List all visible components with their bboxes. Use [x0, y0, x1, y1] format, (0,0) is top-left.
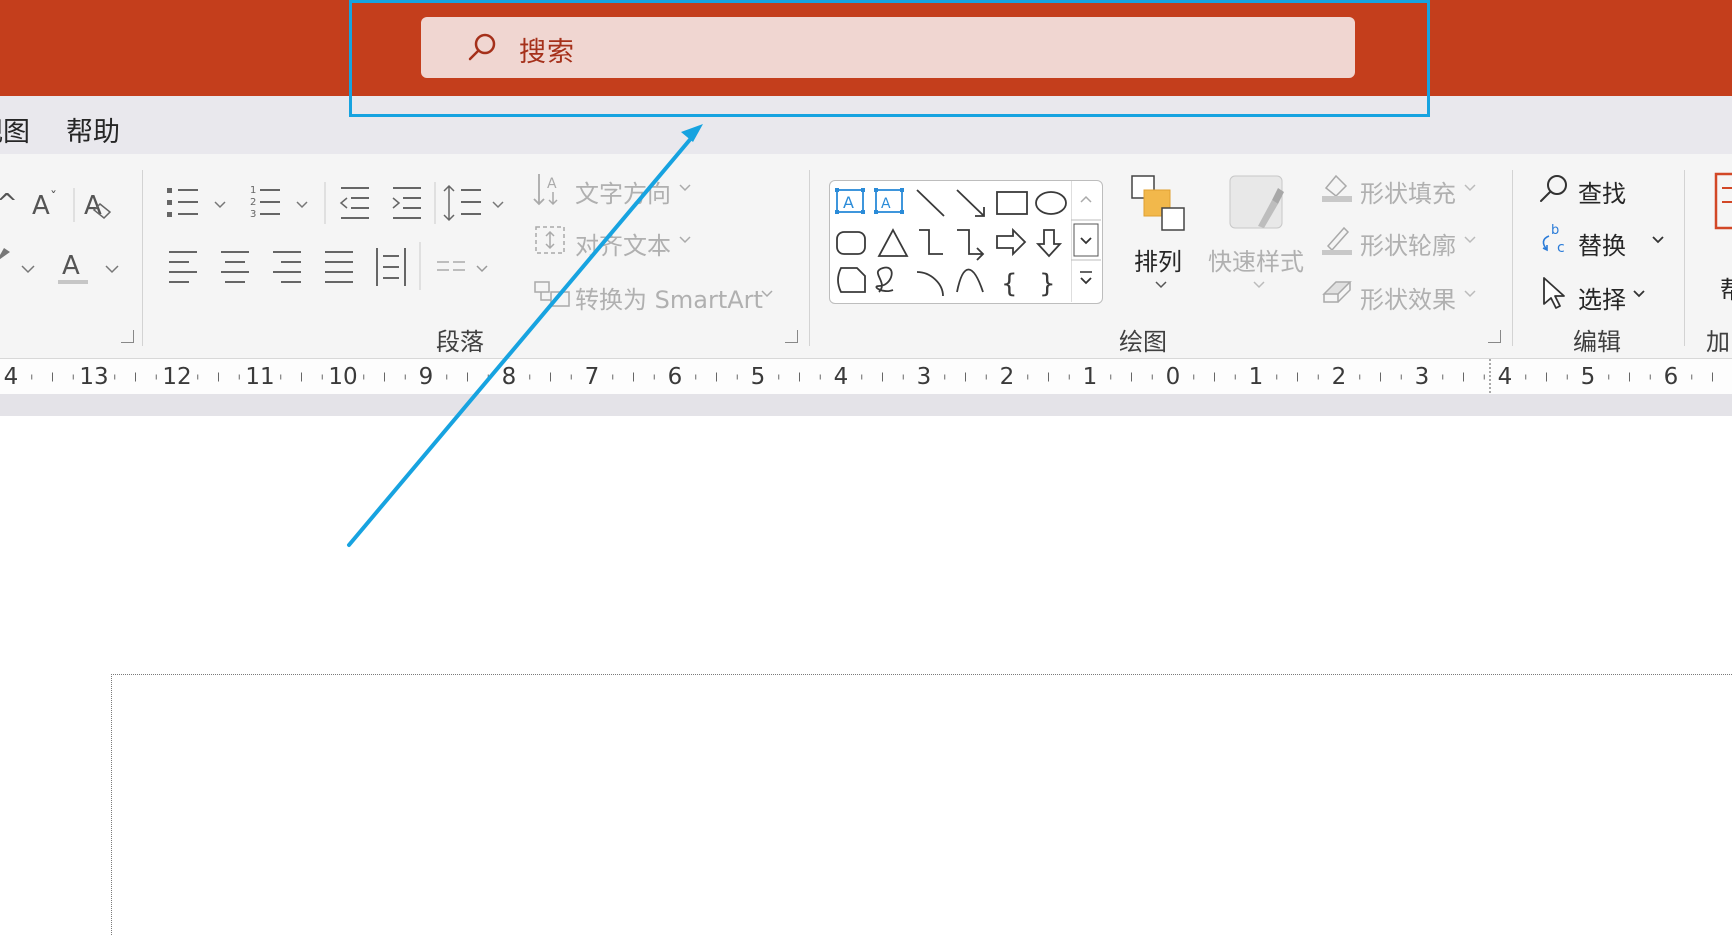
group-separator [809, 170, 810, 346]
svg-text:1: 1 [250, 185, 256, 196]
arrange-button[interactable]: 排列 [1134, 242, 1182, 277]
ruler-label: 3 [916, 364, 932, 390]
svg-text:A: A [547, 176, 557, 192]
title-bar: 搜索 [0, 0, 1732, 96]
tab-view[interactable]: 视图 [0, 110, 30, 149]
svg-text:2: 2 [250, 197, 256, 208]
addin-icon [1714, 172, 1732, 230]
svg-text:A: A [843, 193, 854, 212]
chevron-down-icon [1253, 281, 1265, 289]
chevron-down-icon [1633, 290, 1645, 298]
ribbon-tab-bar: 视图 帮助 [0, 96, 1732, 154]
shape-fill-button[interactable]: 形状填充 [1360, 174, 1456, 209]
ruler-label: 5 [1580, 364, 1596, 390]
ruler-label: 1 [1248, 364, 1264, 390]
text-placeholder[interactable] [111, 674, 1732, 935]
align-text-button[interactable]: 对齐文本 [575, 226, 671, 261]
select-icon [1543, 277, 1565, 309]
ruler-label: 9 [418, 364, 434, 390]
svg-text:A: A [62, 251, 80, 281]
svg-text:ˇ: ˇ [50, 190, 57, 206]
arrange-icon [1131, 175, 1185, 231]
ruler-label: 3 [1414, 364, 1430, 390]
ruler-label: 0 [1165, 364, 1181, 390]
ruler-label: 13 [79, 364, 109, 390]
quick-styles-button[interactable]: 快速样式 [1208, 242, 1304, 277]
svg-text:A: A [84, 191, 102, 221]
ruler-label: 10 [328, 364, 358, 390]
drawing-dialog-launcher[interactable] [1488, 330, 1501, 343]
chevron-down-icon [1652, 236, 1664, 244]
ruler-label: 11 [245, 364, 275, 390]
align-text-icon [535, 226, 565, 254]
svg-text:A: A [881, 196, 891, 212]
shape-effects-icon [1322, 281, 1352, 303]
shape-effects-button[interactable]: 形状效果 [1360, 280, 1456, 315]
replace-icon: b c [1542, 223, 1565, 256]
smartart-icon [534, 281, 570, 307]
ruler-label: 2 [1331, 364, 1347, 390]
shape-fill-icon [1322, 174, 1352, 202]
font-group-icons: ^ A ˇ A A [0, 188, 119, 284]
ruler-label: 6 [1663, 364, 1679, 390]
search-icon [468, 33, 496, 61]
horizontal-ruler[interactable]: 4 13 12 11 10 9 8 7 6 5 4 3 2 1 0 1 2 3 4 5 6 [0, 358, 1732, 395]
group-separator [1512, 170, 1513, 346]
svg-text:}: } [1039, 269, 1056, 299]
text-direction-button[interactable]: 文字方向 [575, 174, 671, 209]
quick-styles-icon [1229, 175, 1284, 229]
replace-button[interactable]: 替换 [1578, 226, 1626, 261]
svg-text:^: ^ [0, 189, 18, 219]
paragraph-dialog-launcher[interactable] [785, 330, 798, 343]
tab-help[interactable]: 帮助 [66, 110, 120, 149]
font-dialog-launcher[interactable] [121, 330, 134, 343]
svg-text:{: { [1001, 269, 1018, 299]
ruler-label: 4 [833, 364, 849, 390]
paragraph-group-label: 段落 [436, 328, 484, 356]
ruler-label: 1 [1082, 364, 1098, 390]
shapes-gallery-icons: A A { } [835, 188, 1067, 299]
convert-smartart-button[interactable]: 转换为 SmartArt [575, 280, 763, 315]
chevron-down-icon [679, 184, 691, 192]
gallery-scroll-buttons[interactable] [1071, 180, 1101, 302]
ruler-label: 4 [1497, 364, 1513, 390]
ruler-label: 8 [501, 364, 517, 390]
ruler-label: 5 [750, 364, 766, 390]
find-icon [1540, 175, 1567, 202]
ruler-label: 2 [999, 364, 1015, 390]
chevron-down-icon [761, 290, 773, 298]
chevron-down-icon [1155, 281, 1167, 289]
find-button[interactable]: 查找 [1578, 174, 1626, 209]
chevron-down-icon [1464, 184, 1476, 192]
svg-text:3: 3 [250, 209, 256, 220]
svg-text:A: A [32, 191, 50, 221]
ruler-label: 12 [162, 364, 192, 390]
editing-group-label: 编辑 [1573, 328, 1621, 356]
chevron-down-icon [1464, 236, 1476, 244]
svg-text:b: b [1551, 223, 1559, 238]
ruler-label: 4 [3, 364, 19, 390]
addin-button-partial[interactable]: 帮 [1720, 270, 1732, 305]
group-separator [142, 170, 143, 346]
search-box[interactable]: 搜索 [421, 17, 1355, 78]
select-button[interactable]: 选择 [1578, 280, 1626, 315]
group-separator [1684, 170, 1685, 346]
svg-text:c: c [1557, 240, 1565, 256]
chevron-down-icon [1464, 290, 1476, 298]
ruler-label: 6 [667, 364, 683, 390]
paragraph-icons: 123 [167, 182, 504, 290]
drawing-group-label: 绘图 [1119, 328, 1167, 356]
addins-group-label: 加 [1706, 328, 1730, 356]
shape-outline-button[interactable]: 形状轮廓 [1360, 226, 1456, 261]
ruler-label: 7 [584, 364, 600, 390]
chevron-down-icon [679, 236, 691, 244]
text-direction-icon: A [533, 174, 558, 206]
ruler-shadow [0, 394, 1732, 416]
shape-outline-icon [1322, 226, 1352, 255]
search-placeholder: 搜索 [519, 37, 575, 68]
